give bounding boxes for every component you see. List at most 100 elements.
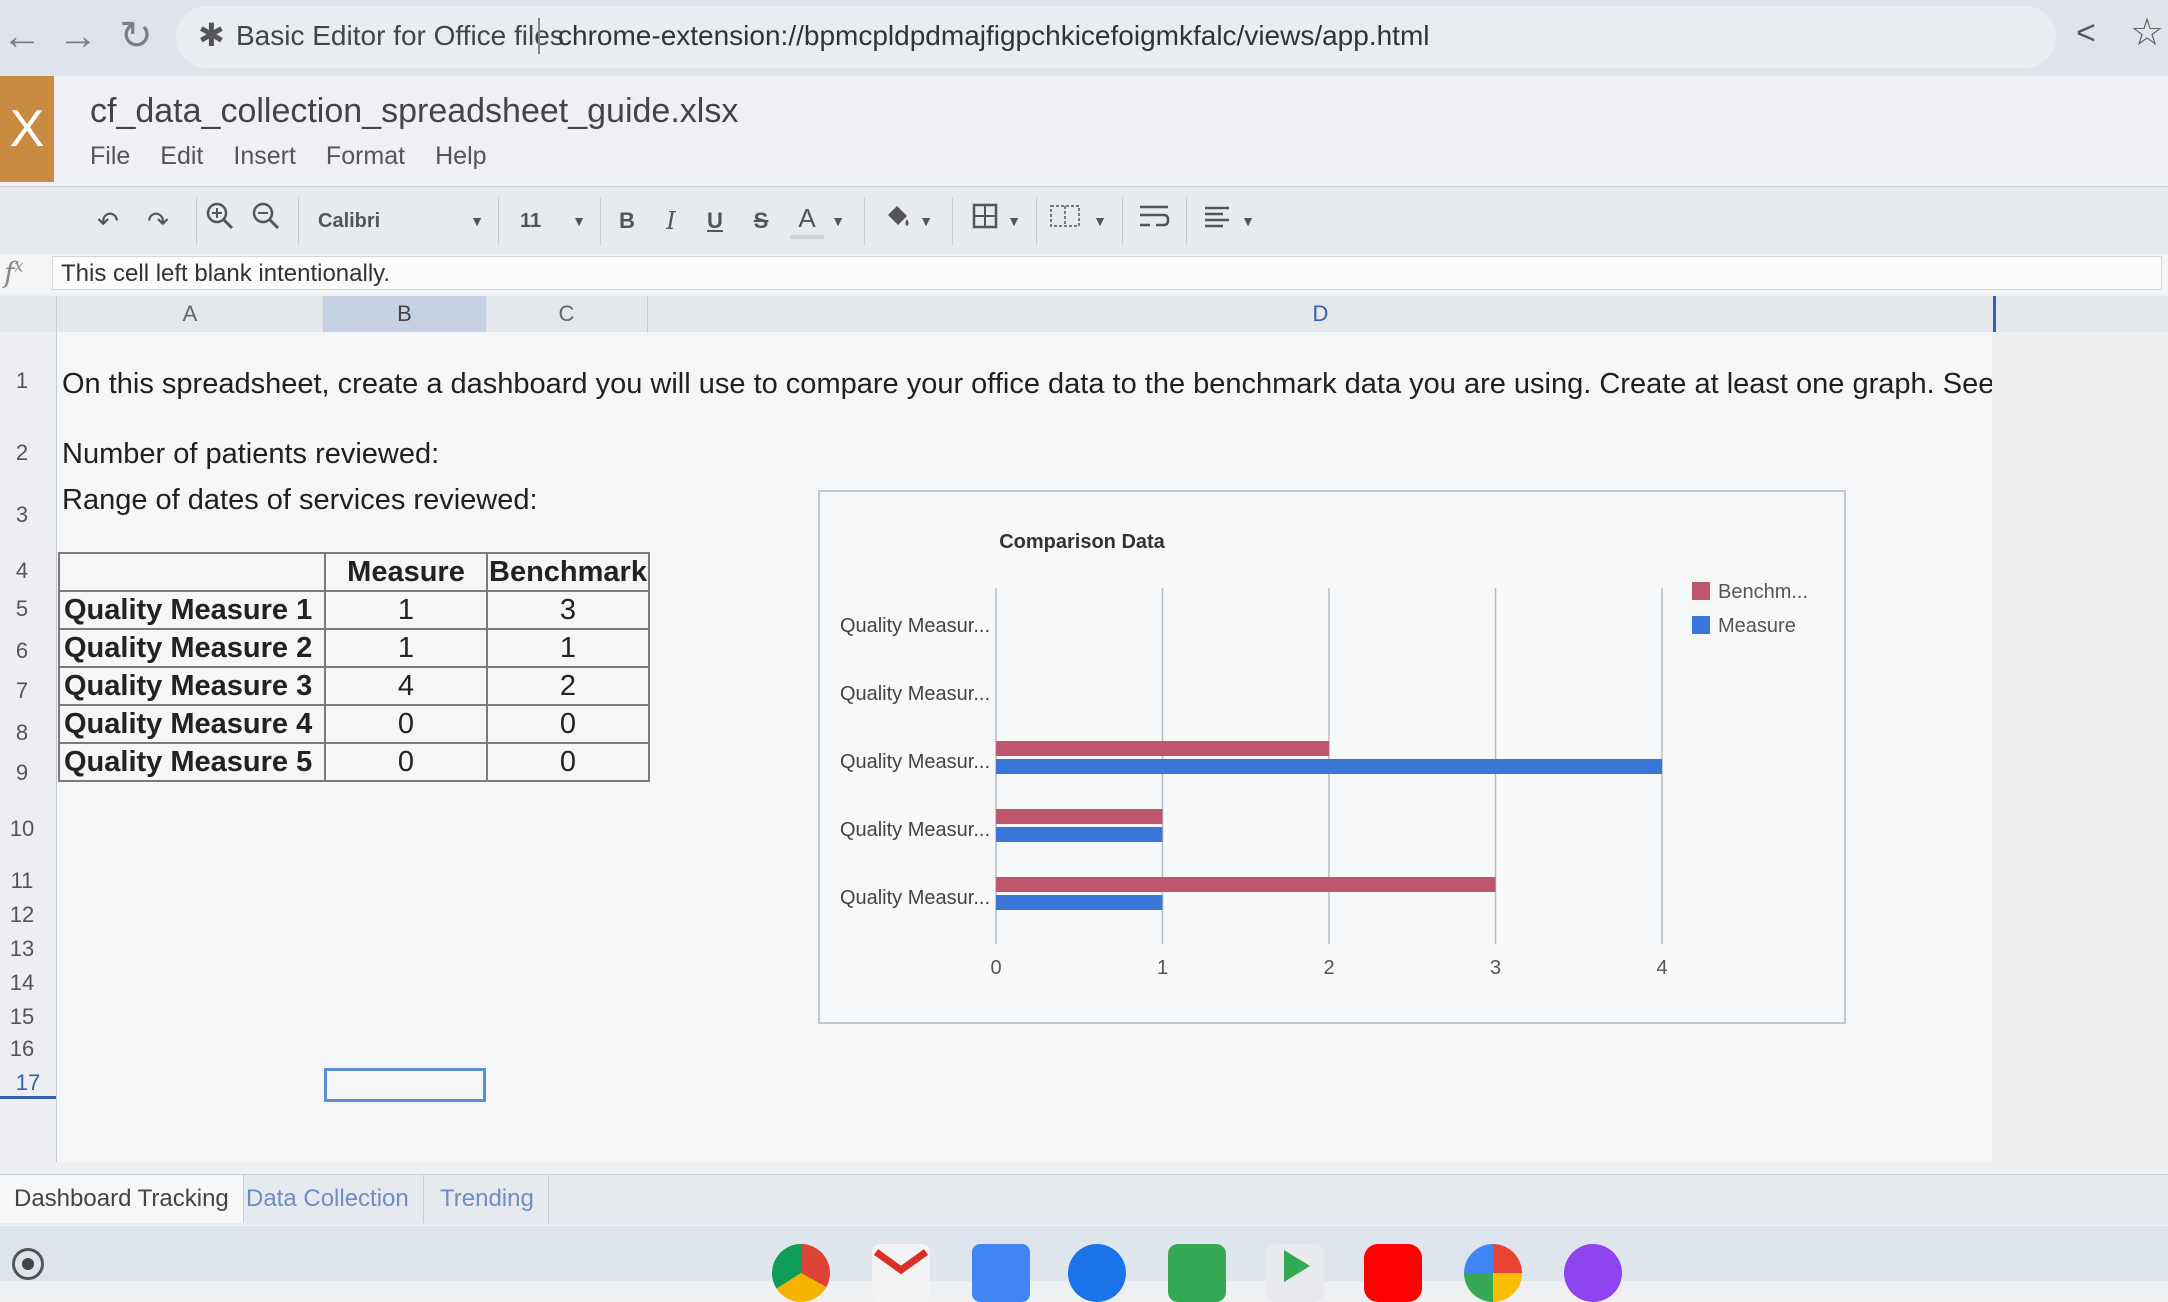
wrap-text-icon[interactable] [1136, 201, 1172, 241]
measure-label[interactable]: Quality Measure 4 [58, 704, 326, 744]
url-text[interactable]: chrome-extension://bpmcpldpdmajfigpchkic… [558, 20, 1430, 52]
menu-edit[interactable]: Edit [160, 142, 203, 171]
row-header-4[interactable]: 4 [0, 558, 44, 584]
row-header-15[interactable]: 15 [0, 1004, 44, 1030]
align-icon[interactable] [1200, 201, 1234, 241]
row-header-17[interactable]: 17 [0, 1070, 56, 1099]
undo-icon[interactable]: ↶ [90, 201, 126, 241]
app-logo: X [0, 76, 54, 182]
row-header-5[interactable]: 5 [0, 596, 44, 622]
chevron-down-icon[interactable]: ▼ [916, 201, 936, 241]
borders-icon[interactable] [968, 201, 1002, 241]
formula-input[interactable]: This cell left blank intentionally. [52, 256, 2162, 290]
row-header-2[interactable]: 2 [0, 440, 44, 466]
calendar-icon[interactable] [972, 1244, 1030, 1302]
italic-button[interactable]: I [656, 201, 686, 241]
tab-dashboard-tracking[interactable]: Dashboard Tracking [0, 1175, 244, 1223]
row-header-12[interactable]: 12 [0, 902, 44, 928]
measure-label[interactable]: Quality Measure 2 [58, 628, 326, 668]
photos-icon[interactable] [1464, 1244, 1522, 1302]
merge-cells-icon[interactable] [1048, 201, 1082, 241]
bar-measure [996, 827, 1163, 842]
share-icon[interactable]: < [2076, 14, 2096, 53]
font-family-select[interactable]: Calibri ▼ [312, 201, 488, 241]
benchmark-value[interactable]: 2 [486, 666, 650, 706]
font-size-select[interactable]: 11 ▼ [510, 201, 590, 241]
row-header-8[interactable]: 8 [0, 720, 44, 746]
column-header-a[interactable]: A [57, 296, 324, 332]
assistant-icon[interactable] [1564, 1244, 1622, 1302]
measure-label[interactable]: Quality Measure 3 [58, 666, 326, 706]
row-header-11[interactable]: 11 [0, 868, 44, 894]
measure-value[interactable]: 0 [324, 742, 488, 782]
row-header-13[interactable]: 13 [0, 936, 44, 962]
comparison-chart[interactable]: Comparison Data 0 1 2 3 4 Quality Measur... Qua… [818, 490, 1846, 1024]
tab-data-collection[interactable]: Data Collection [232, 1175, 424, 1223]
menu-format[interactable]: Format [326, 142, 405, 171]
cell-a3[interactable]: Range of dates of services reviewed: [62, 484, 538, 517]
column-header-c[interactable]: C [486, 296, 648, 332]
bold-button[interactable]: B [612, 201, 642, 241]
row-header-14[interactable]: 14 [0, 970, 44, 996]
measure-value[interactable]: 1 [324, 628, 488, 668]
benchmark-value[interactable]: 1 [486, 628, 650, 668]
column-header-b[interactable]: B [324, 296, 486, 332]
measure-label[interactable]: Quality Measure 1 [58, 590, 326, 630]
row-header-3[interactable]: 3 [0, 502, 44, 528]
menu-bar: File Edit Insert Format Help [90, 142, 487, 171]
table-header-benchmark[interactable]: Benchmark [486, 552, 650, 592]
menu-help[interactable]: Help [435, 142, 486, 171]
forward-icon[interactable]: → [50, 8, 106, 64]
zoom-in-icon[interactable] [200, 201, 240, 241]
table-header-label[interactable] [58, 552, 326, 592]
y-category-label: Quality Measur... [840, 683, 990, 705]
legend-label: Measure [1718, 615, 1796, 637]
measure-label[interactable]: Quality Measure 5 [58, 742, 326, 782]
benchmark-value[interactable]: 3 [486, 590, 650, 630]
play-store-icon[interactable] [1266, 1244, 1324, 1302]
row-header-6[interactable]: 6 [0, 638, 44, 664]
back-icon[interactable]: ← [0, 8, 50, 64]
menu-file[interactable]: File [90, 142, 130, 171]
measure-value[interactable]: 0 [324, 704, 488, 744]
underline-button[interactable]: U [700, 201, 730, 241]
row-header-7[interactable]: 7 [0, 678, 44, 704]
tab-trending[interactable]: Trending [426, 1175, 549, 1223]
table-header-measure[interactable]: Measure [324, 552, 488, 592]
files-icon[interactable] [1068, 1244, 1126, 1302]
chevron-down-icon[interactable]: ▼ [1238, 201, 1258, 241]
x-tick-label: 3 [1490, 957, 1501, 979]
gmail-icon[interactable] [872, 1244, 930, 1302]
youtube-icon[interactable] [1364, 1244, 1422, 1302]
row-header-9[interactable]: 9 [0, 760, 44, 786]
benchmark-value[interactable]: 0 [486, 742, 650, 782]
row-header-10[interactable]: 10 [0, 816, 44, 842]
row-header-1[interactable]: 1 [0, 368, 44, 394]
meet-icon[interactable] [1168, 1244, 1226, 1302]
chevron-down-icon[interactable]: ▼ [1004, 201, 1024, 241]
select-all-corner[interactable] [0, 296, 57, 332]
launcher-icon[interactable] [12, 1248, 44, 1280]
column-header-d[interactable]: D [648, 296, 1996, 332]
cell-a1[interactable]: On this spreadsheet, create a dashboard … [62, 368, 1992, 401]
font-family-value: Calibri [318, 210, 381, 232]
row-header-16[interactable]: 16 [0, 1036, 44, 1062]
benchmark-value[interactable]: 0 [486, 704, 650, 744]
selected-cell-b17[interactable] [324, 1068, 486, 1102]
measure-value[interactable]: 1 [324, 590, 488, 630]
chevron-down-icon[interactable]: ▼ [1090, 201, 1110, 241]
reload-icon[interactable]: ↻ [108, 8, 164, 64]
strikethrough-button[interactable]: S [746, 201, 776, 241]
cell-a2[interactable]: Number of patients reviewed: [62, 438, 439, 471]
chrome-icon[interactable] [772, 1244, 830, 1302]
font-color-button[interactable]: A [790, 201, 824, 239]
function-label: f [4, 256, 15, 289]
menu-insert[interactable]: Insert [233, 142, 296, 171]
fill-color-icon[interactable] [878, 201, 918, 241]
address-bar[interactable]: ✱ Basic Editor for Office files chrome-e… [176, 6, 2056, 68]
bookmark-star-icon[interactable]: ☆ [2130, 10, 2164, 55]
zoom-out-icon[interactable] [246, 201, 286, 241]
measure-value[interactable]: 4 [324, 666, 488, 706]
redo-icon[interactable]: ↷ [140, 201, 176, 241]
chevron-down-icon[interactable]: ▼ [828, 201, 848, 241]
